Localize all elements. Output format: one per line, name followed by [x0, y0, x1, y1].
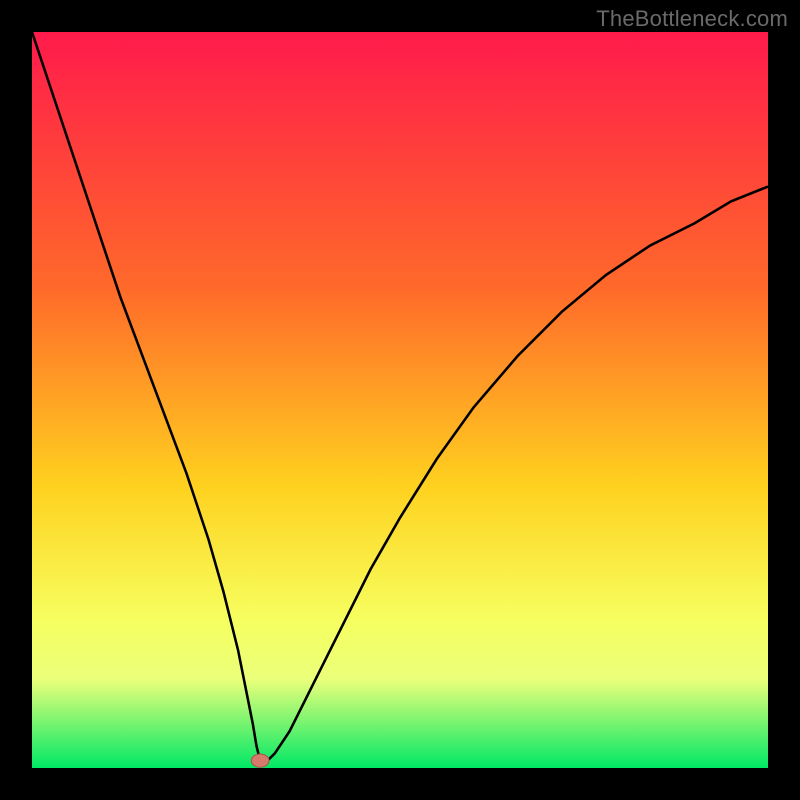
gradient-background	[32, 32, 768, 768]
bottleneck-chart	[32, 32, 768, 768]
watermark-text: TheBottleneck.com	[596, 6, 788, 32]
optimum-marker	[251, 754, 269, 767]
chart-container: TheBottleneck.com	[0, 0, 800, 800]
